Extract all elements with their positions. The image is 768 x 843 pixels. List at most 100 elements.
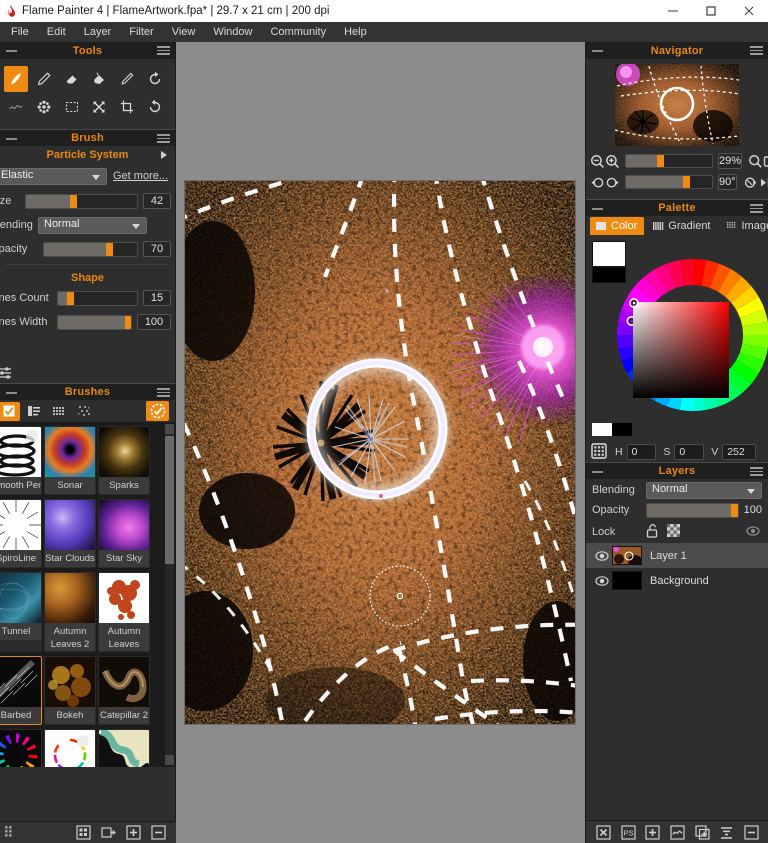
menu-file[interactable]: File <box>2 22 38 42</box>
collapse-dash-icon[interactable] <box>592 208 603 210</box>
lines-count-value[interactable]: 15 <box>143 290 171 306</box>
ps-icon[interactable]: PS <box>619 824 638 840</box>
hue-input[interactable]: 0 <box>626 444 657 460</box>
brush-item-sonar[interactable]: Sonar <box>44 426 96 495</box>
saturation-input[interactable]: 0 <box>674 444 705 460</box>
brush-item-star-sky[interactable]: Star Sky <box>98 499 150 568</box>
zoom-out-icon[interactable] <box>590 153 605 170</box>
brush-filter-all[interactable] <box>0 401 20 421</box>
layer-row-2[interactable]: Background <box>586 568 768 593</box>
pencil-tool[interactable] <box>32 66 56 92</box>
brush-size-value[interactable]: 42 <box>143 193 171 209</box>
rotation-value[interactable]: 90° <box>718 174 737 190</box>
brush-item-star-clouds[interactable]: Star Clouds <box>44 499 96 568</box>
brush-preset-select[interactable]: Elastic <box>0 167 107 185</box>
menu-edit[interactable]: Edit <box>38 22 75 42</box>
tab-color[interactable]: Color <box>590 216 645 236</box>
fit-to-screen-icon[interactable] <box>748 153 763 170</box>
unlocked-padlock-icon[interactable] <box>646 523 659 541</box>
duplicate-icon[interactable] <box>693 824 712 840</box>
brush-item-tunnel[interactable]: Tunnel <box>0 572 42 652</box>
undo-arrow-icon[interactable] <box>143 66 167 92</box>
brush-item-spiroline[interactable]: SpiroLine <box>0 499 42 568</box>
actual-size-icon[interactable] <box>763 153 768 170</box>
hamburger-icon[interactable] <box>750 46 763 55</box>
brush-item-barbed[interactable]: Barbed <box>0 656 42 725</box>
brush-item-autumn-leaves[interactable]: Autumn Leaves <box>98 572 150 652</box>
menu-help[interactable]: Help <box>335 22 376 42</box>
menu-view[interactable]: View <box>163 22 205 42</box>
marquee-select-icon[interactable] <box>60 94 84 120</box>
move-transform-icon[interactable] <box>87 94 111 120</box>
redo-arrow-icon[interactable] <box>143 94 167 120</box>
library-grid-icon[interactable] <box>74 825 93 841</box>
brush-item-bokeh[interactable]: Bokeh <box>44 656 96 725</box>
rotate-right-icon[interactable] <box>605 174 620 191</box>
rotate-left-icon[interactable] <box>590 174 605 191</box>
minus-square-icon[interactable] <box>149 825 168 841</box>
eraser-tool[interactable] <box>60 66 84 92</box>
menu-layer[interactable]: Layer <box>75 22 121 42</box>
collapse-dash-icon[interactable] <box>6 138 17 140</box>
check-circle-icon[interactable] <box>146 401 169 421</box>
arrow-right-icon[interactable] <box>161 151 167 159</box>
brushes-scrollbar[interactable] <box>165 424 174 765</box>
eye-icon[interactable] <box>592 574 612 588</box>
flip-icon[interactable] <box>758 174 768 191</box>
tab-gradient[interactable]: Gradient <box>647 217 717 236</box>
flame-brush-tool[interactable] <box>4 66 28 92</box>
particle-system-section[interactable]: Particle System <box>0 146 175 164</box>
zoom-value[interactable]: 29% <box>718 153 743 169</box>
zoom-slider[interactable] <box>625 154 713 168</box>
brush-item-dragon[interactable]: Dragon <box>98 729 150 767</box>
layer-row-1[interactable]: Layer 1 <box>586 543 768 568</box>
hamburger-icon[interactable] <box>157 46 170 55</box>
value-input[interactable]: 252 <box>722 444 756 460</box>
secondary-color-swatch[interactable] <box>612 423 632 436</box>
smudge-tool[interactable] <box>4 94 28 120</box>
minus-square-icon[interactable] <box>742 824 761 840</box>
collapse-dash-icon[interactable] <box>592 471 603 473</box>
wave-square-icon[interactable] <box>668 824 687 840</box>
eye-icon[interactable] <box>592 549 612 563</box>
hamburger-icon[interactable] <box>157 134 170 143</box>
hamburger-icon[interactable] <box>750 467 763 476</box>
brush-size-slider[interactable] <box>25 193 138 209</box>
navigator-thumbnail[interactable] <box>615 64 739 146</box>
layer-blending-select[interactable]: Normal <box>646 481 762 499</box>
merge-down-icon[interactable] <box>718 824 737 840</box>
get-more-link[interactable]: Get more... <box>113 170 168 182</box>
brush-opacity-value[interactable]: 70 <box>143 241 171 257</box>
fill-tool[interactable] <box>87 66 111 92</box>
crop-icon[interactable] <box>115 94 139 120</box>
brush-item-smooth-pen[interactable]: Smooth Pen <box>0 426 42 495</box>
brush-item-catepillar-2[interactable]: Catepillar 2 <box>98 656 150 725</box>
color-picker-tool[interactable] <box>115 66 139 92</box>
brush-item-circle[interactable]: Circle <box>44 729 96 767</box>
collapse-dash-icon[interactable] <box>6 392 17 394</box>
sliders-icon[interactable] <box>0 365 14 384</box>
edit-brush-icon[interactable] <box>99 825 118 841</box>
eye-lock-icon[interactable] <box>746 524 760 541</box>
minimize-icon[interactable] <box>654 0 692 22</box>
hamburger-icon[interactable] <box>157 388 170 397</box>
lines-width-value[interactable]: 100 <box>137 314 171 330</box>
plus-square-icon[interactable] <box>124 825 143 841</box>
color-wheel[interactable] <box>586 235 768 440</box>
reset-rotation-icon[interactable] <box>743 174 758 191</box>
brush-item-caterpillar[interactable]: Caterpillar <box>0 729 42 767</box>
lines-width-slider[interactable] <box>57 314 132 330</box>
canvas-area[interactable] <box>176 42 585 843</box>
checkerboard-icon[interactable] <box>667 524 680 540</box>
brush-blending-select[interactable]: Normal <box>38 216 147 234</box>
grid-view-icon[interactable] <box>48 402 70 421</box>
delete-x-icon[interactable] <box>594 824 613 840</box>
layer-opacity-slider[interactable] <box>646 502 739 518</box>
particles-tool[interactable] <box>32 94 56 120</box>
rotation-slider[interactable] <box>625 175 713 189</box>
menu-community[interactable]: Community <box>261 22 335 42</box>
maximize-icon[interactable] <box>692 0 730 22</box>
layers-list[interactable]: Layer 1 Background <box>586 543 768 723</box>
artwork-canvas[interactable] <box>185 181 575 724</box>
particle-grid-icon[interactable] <box>73 402 95 421</box>
